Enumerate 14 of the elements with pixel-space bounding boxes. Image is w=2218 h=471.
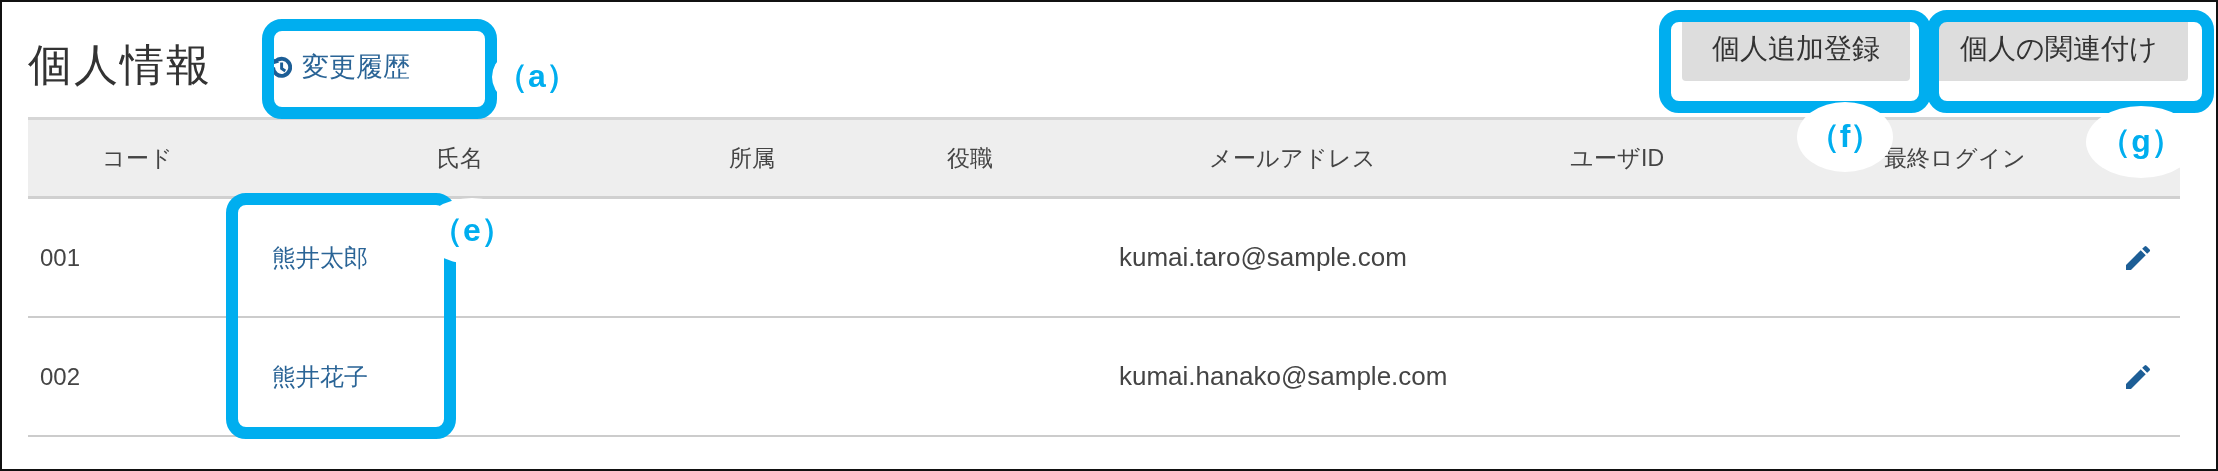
name-link[interactable]: 熊井花子: [272, 360, 368, 393]
name-link[interactable]: 熊井太郎: [272, 241, 368, 274]
column-header: 氏名: [435, 143, 484, 173]
column-header: コード: [101, 143, 174, 173]
table-cell-text: 001: [39, 243, 82, 272]
page-title: 個人情報: [28, 39, 212, 91]
column-header: 所属: [728, 143, 776, 173]
column-header: 役職: [945, 143, 994, 173]
history-link[interactable]: 変更履歴: [270, 48, 410, 85]
table-cell-text: 002: [39, 362, 82, 391]
column-header: ユーザID: [1569, 143, 1665, 173]
table-cell-text: kumai.hanako@sample.com: [1119, 359, 1449, 393]
table-cell-text: kumai.taro@sample.com: [1119, 240, 1408, 274]
column-header: メールアドレス: [1207, 143, 1377, 173]
